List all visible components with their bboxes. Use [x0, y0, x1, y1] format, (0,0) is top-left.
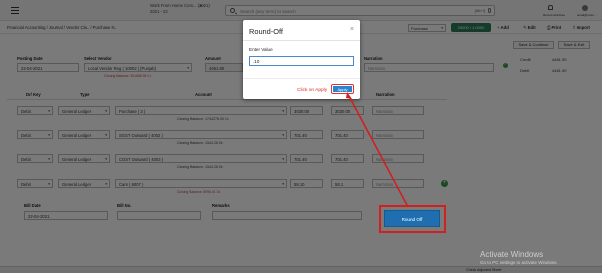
annotation-arrow [346, 92, 409, 208]
watermark-title: Activate Windows [480, 250, 544, 259]
activate-windows-watermark: Activate Windows Go to PC settings to ac… [480, 250, 558, 265]
watermark-subtitle: Go to PC settings to activate Windows. [480, 260, 558, 265]
